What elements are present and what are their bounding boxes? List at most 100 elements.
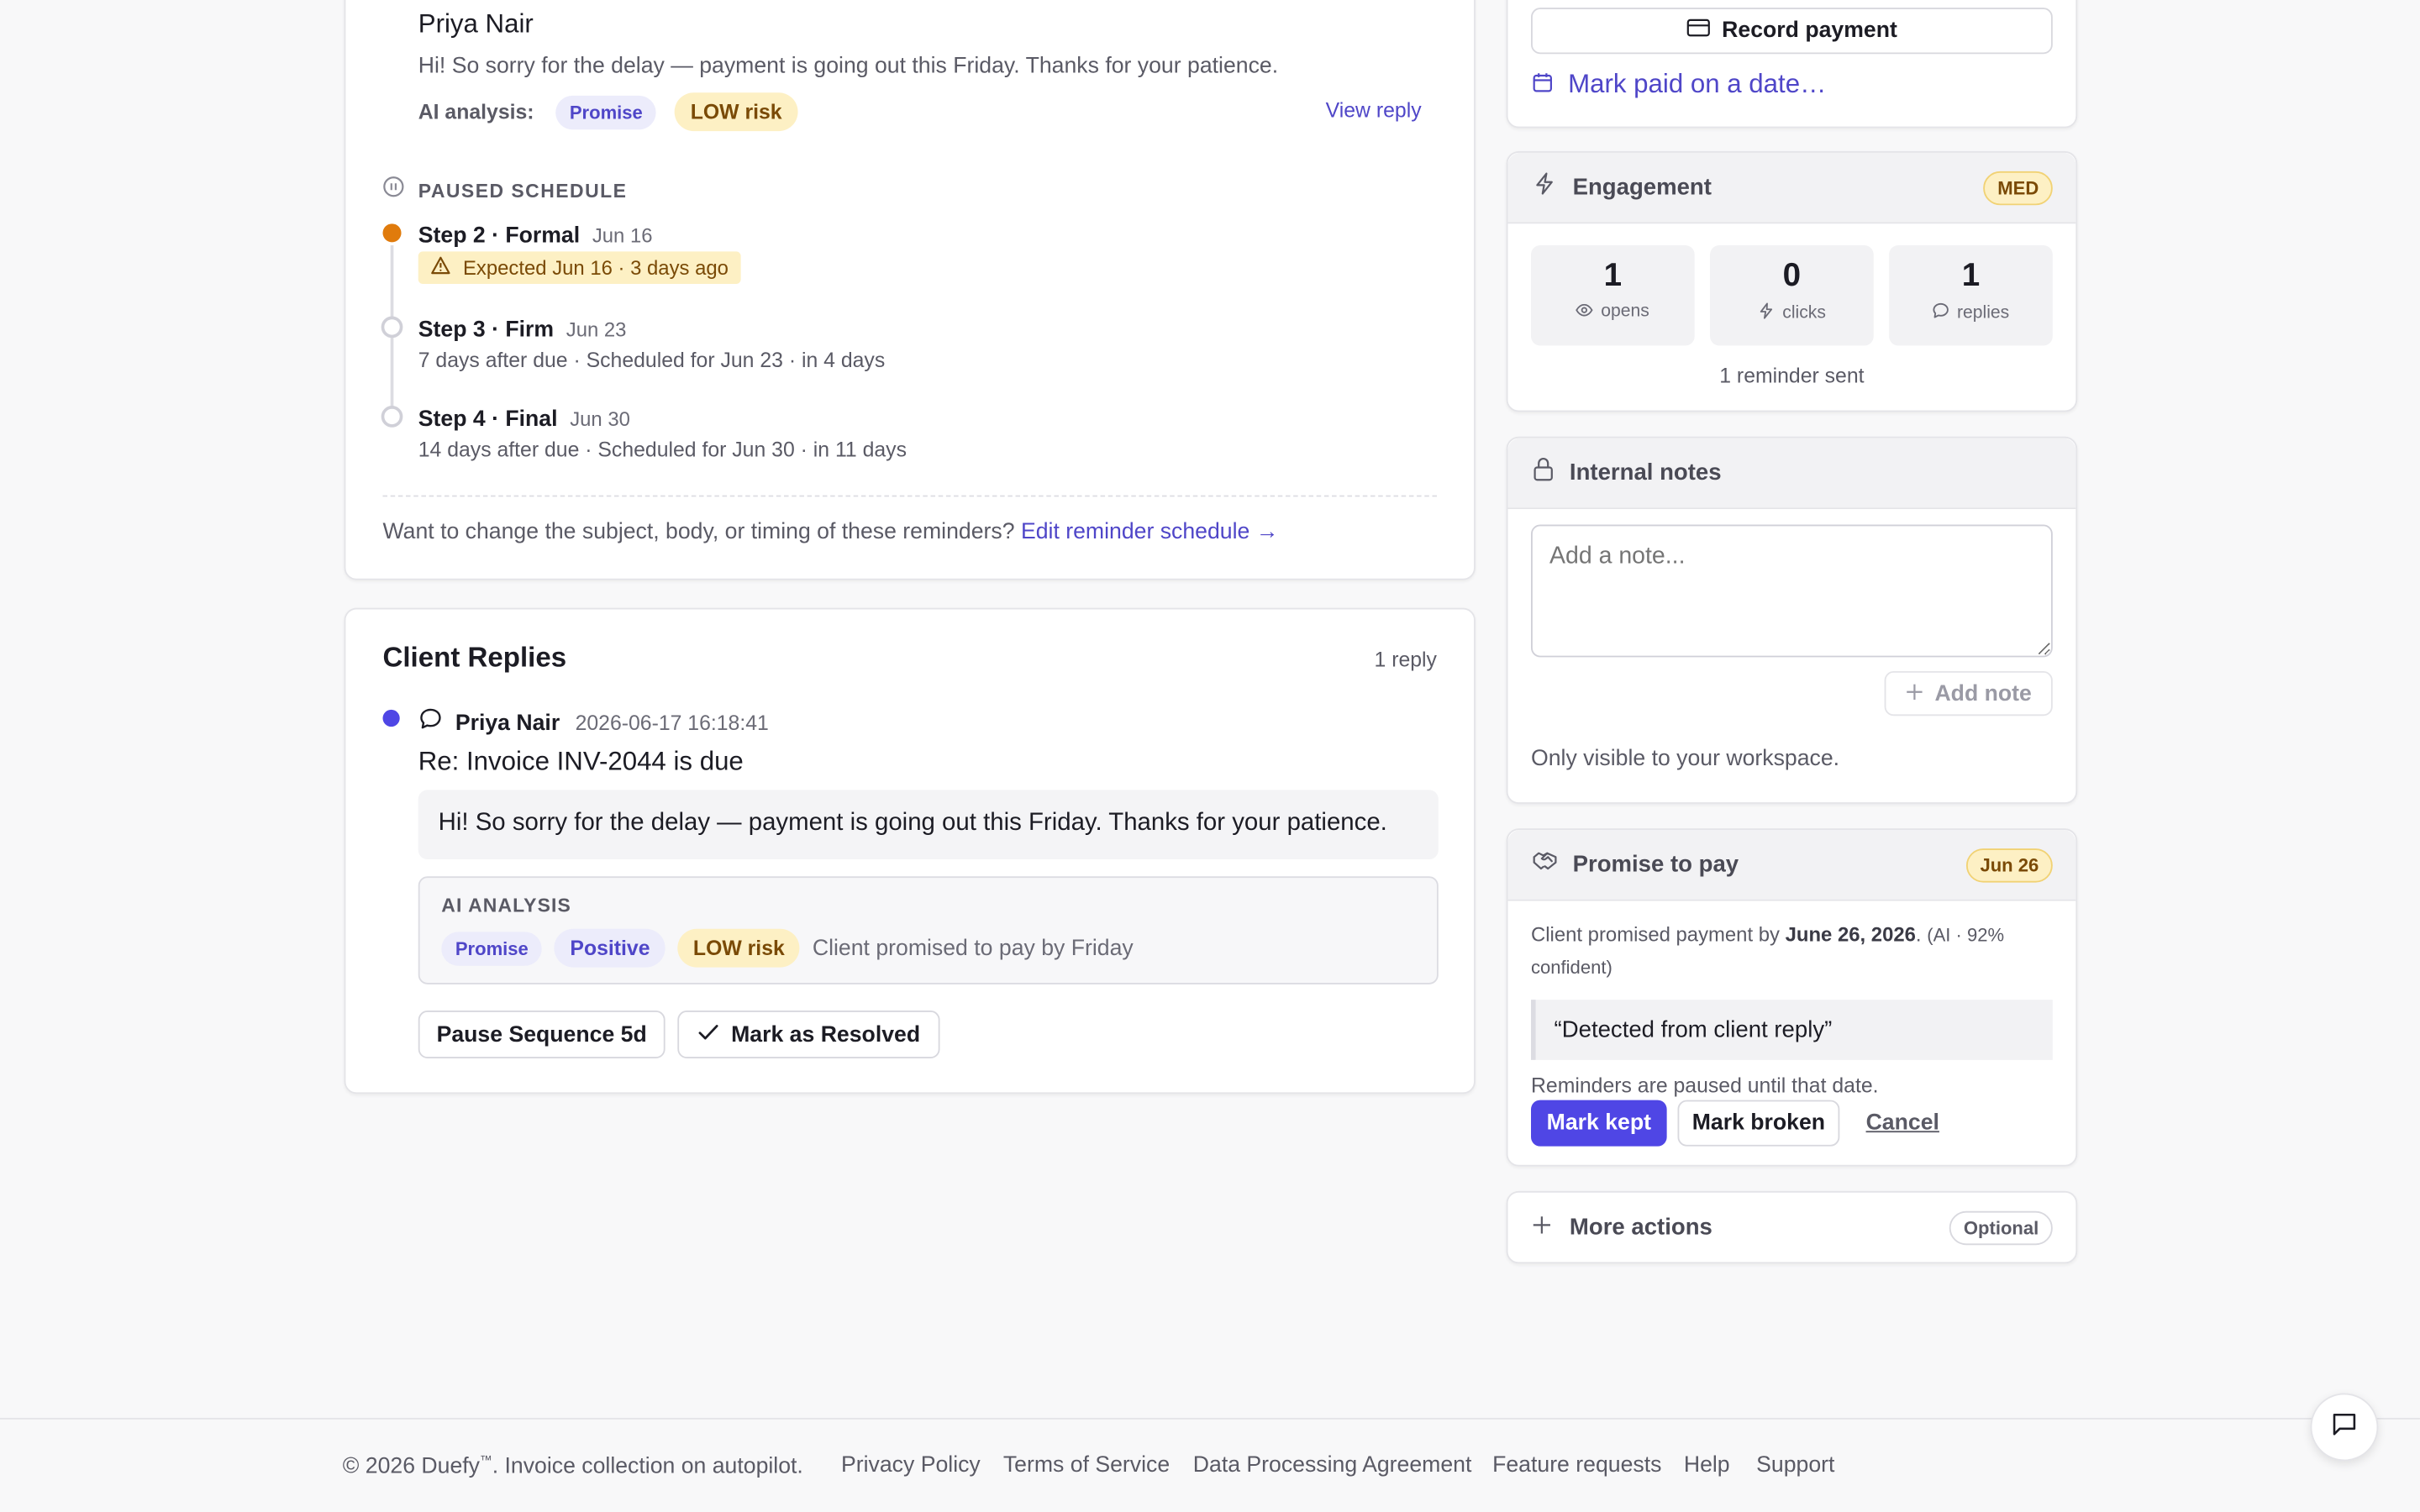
mark-kept-label: Mark kept	[1546, 1110, 1651, 1136]
copyright-suffix: . Invoice collection on autopilot.	[492, 1454, 803, 1480]
intent-tag: Promise	[555, 94, 657, 129]
reply-subject: Re: Invoice INV-2044 is due	[418, 746, 744, 776]
page: Priya Nair Hi! So sorry for the delay — …	[0, 0, 2420, 1512]
calendar-icon	[1533, 70, 1553, 101]
promise-text-suffix: .	[1915, 922, 1922, 946]
ai-analysis-row: AI analysis: Promise LOW risk	[418, 92, 797, 132]
promise-header: Promise to pay Jun 26	[1507, 830, 2076, 901]
reply-sender: Priya Nair	[455, 710, 560, 736]
engagement-card: Engagement MED 1 opens 0 clicks 1 replie…	[1506, 150, 2078, 412]
stat-clicks: 0 clicks	[1710, 245, 1874, 346]
ai-analysis-tags: Promise Positive LOW risk Client promise…	[441, 928, 1134, 968]
lock-icon	[1533, 457, 1555, 490]
plus-icon	[1533, 1214, 1551, 1242]
clicks-count: 0	[1782, 257, 1802, 293]
pause-icon	[383, 176, 405, 205]
paused-schedule-title: PAUSED SCHEDULE	[418, 179, 628, 202]
pause-sequence-button[interactable]: Pause Sequence 5d	[418, 1011, 666, 1058]
tag-low-risk: LOW risk	[677, 928, 801, 968]
tag-promise: Promise	[441, 931, 543, 965]
promise-description: Client promised payment by June 26, 2026…	[1531, 920, 2055, 983]
trademark-mark: ™	[480, 1453, 492, 1467]
chat-launcher-button[interactable]	[2310, 1393, 2379, 1462]
plus-icon	[1906, 681, 1923, 706]
message-square-icon	[2330, 1410, 2358, 1445]
reply-body: Hi! So sorry for the delay — payment is …	[418, 790, 1439, 860]
footer-link-privacy[interactable]: Privacy Policy	[841, 1453, 981, 1478]
paused-schedule-heading: PAUSED SCHEDULE	[383, 176, 628, 205]
step-4-detail: 14 days after due · Scheduled for Jun 30…	[418, 438, 907, 462]
replies-count: 1	[1961, 257, 1981, 293]
engagement-title: Engagement	[1572, 174, 1712, 201]
step-4-title: Step 4 · Final	[418, 407, 558, 433]
record-payment-label: Record payment	[1722, 18, 1897, 44]
ai-analysis-box: AI ANALYSIS Promise Positive LOW risk Cl…	[418, 876, 1439, 984]
footer-link-dpa[interactable]: Data Processing Agreement	[1193, 1453, 1472, 1478]
engagement-level-badge: MED	[1983, 171, 2053, 206]
promise-card: Promise to pay Jun 26 Client promised pa…	[1506, 828, 2078, 1167]
edit-reminder-schedule-link[interactable]: Edit reminder schedule →	[1021, 520, 1278, 544]
notes-header: Internal notes	[1507, 438, 2076, 510]
footer-divider	[0, 1417, 2420, 1420]
copyright-prefix: © 2026 Duefy	[342, 1454, 481, 1480]
replies-label-row: replies	[1889, 302, 2053, 324]
mark-resolved-label: Mark as Resolved	[731, 1021, 921, 1047]
stat-opens: 1 opens	[1531, 245, 1695, 346]
reminders-sent: 1 reminder sent	[1719, 364, 1865, 388]
more-actions-title: More actions	[1569, 1214, 1712, 1241]
mark-paid-link[interactable]: Mark paid on a date…	[1533, 70, 1826, 101]
step-2-title: Step 2 · Formal	[418, 223, 581, 249]
notes-visibility: Only visible to your workspace.	[1531, 746, 1840, 772]
ai-analysis-heading: AI ANALYSIS	[441, 895, 571, 916]
lightning-icon	[1533, 171, 1557, 204]
replies-label: replies	[1957, 303, 2010, 323]
clicks-label-row: clicks	[1710, 302, 1874, 324]
promise-date-badge: Jun 26	[1965, 848, 2053, 883]
engagement-header: Engagement MED	[1507, 152, 2076, 224]
footer-link-feature-requests[interactable]: Feature requests	[1492, 1453, 1661, 1478]
reply-timestamp: 2026-06-17 16:18:41	[575, 711, 769, 735]
timeline-dot-active	[382, 223, 402, 243]
mark-paid-label: Mark paid on a date…	[1568, 69, 1827, 99]
opens-label: opens	[1601, 302, 1649, 322]
promise-title: Promise to pay	[1572, 851, 1739, 879]
change-schedule-prompt: Want to change the subject, body, or tim…	[382, 519, 1015, 545]
note-input[interactable]	[1531, 524, 2053, 658]
promise-text-prefix: Client promised payment by	[1531, 922, 1786, 946]
chat-bubble-icon	[418, 706, 443, 739]
footer-copyright: © 2026 Duefy™. Invoice collection on aut…	[343, 1453, 803, 1479]
footer-link-help[interactable]: Help	[1684, 1453, 1730, 1478]
divider	[382, 495, 1437, 497]
step-2-date: Jun 16	[592, 223, 653, 247]
handshake-icon	[1533, 850, 1557, 879]
click-icon	[1758, 302, 1775, 324]
step-3-row: Step 3 · Firm Jun 23	[418, 317, 627, 344]
mark-resolved-button[interactable]: Mark as Resolved	[677, 1011, 940, 1058]
mark-kept-button[interactable]: Mark kept	[1531, 1100, 1667, 1147]
more-actions-card[interactable]: More actions Optional	[1506, 1190, 2078, 1264]
step-4-row: Step 4 · Final Jun 30	[418, 406, 630, 433]
eye-icon	[1576, 302, 1594, 321]
step-3-date: Jun 23	[566, 318, 627, 341]
footer-link-terms[interactable]: Terms of Service	[1003, 1453, 1170, 1478]
reply-unread-dot	[382, 709, 400, 727]
client-replies-title: Client Replies	[382, 642, 567, 673]
pause-sequence-label: Pause Sequence 5d	[436, 1021, 647, 1047]
tag-positive: Positive	[555, 928, 666, 968]
step-4-date: Jun 30	[570, 407, 630, 431]
ai-summary: Client promised to pay by Friday	[812, 935, 1134, 961]
add-note-button[interactable]: Add note	[1884, 670, 2053, 717]
schedule-card: Priya Nair Hi! So sorry for the delay — …	[344, 0, 1476, 580]
cancel-link[interactable]: Cancel	[1866, 1110, 1939, 1135]
optional-badge: Optional	[1949, 1210, 2053, 1246]
mark-broken-button[interactable]: Mark broken	[1677, 1100, 1840, 1147]
change-schedule-row: Want to change the subject, body, or tim…	[383, 520, 1279, 544]
record-payment-button[interactable]: Record payment	[1531, 8, 2053, 55]
view-reply-link[interactable]: View reply	[1326, 99, 1422, 123]
footer-link-support[interactable]: Support	[1756, 1453, 1834, 1478]
step-2-alert-text: Expected Jun 16 · 3 days ago	[463, 255, 729, 280]
notes-title: Internal notes	[1569, 459, 1722, 486]
warning-icon	[430, 256, 450, 280]
timeline-dot-pending	[381, 316, 403, 339]
mark-broken-label: Mark broken	[1691, 1110, 1826, 1136]
